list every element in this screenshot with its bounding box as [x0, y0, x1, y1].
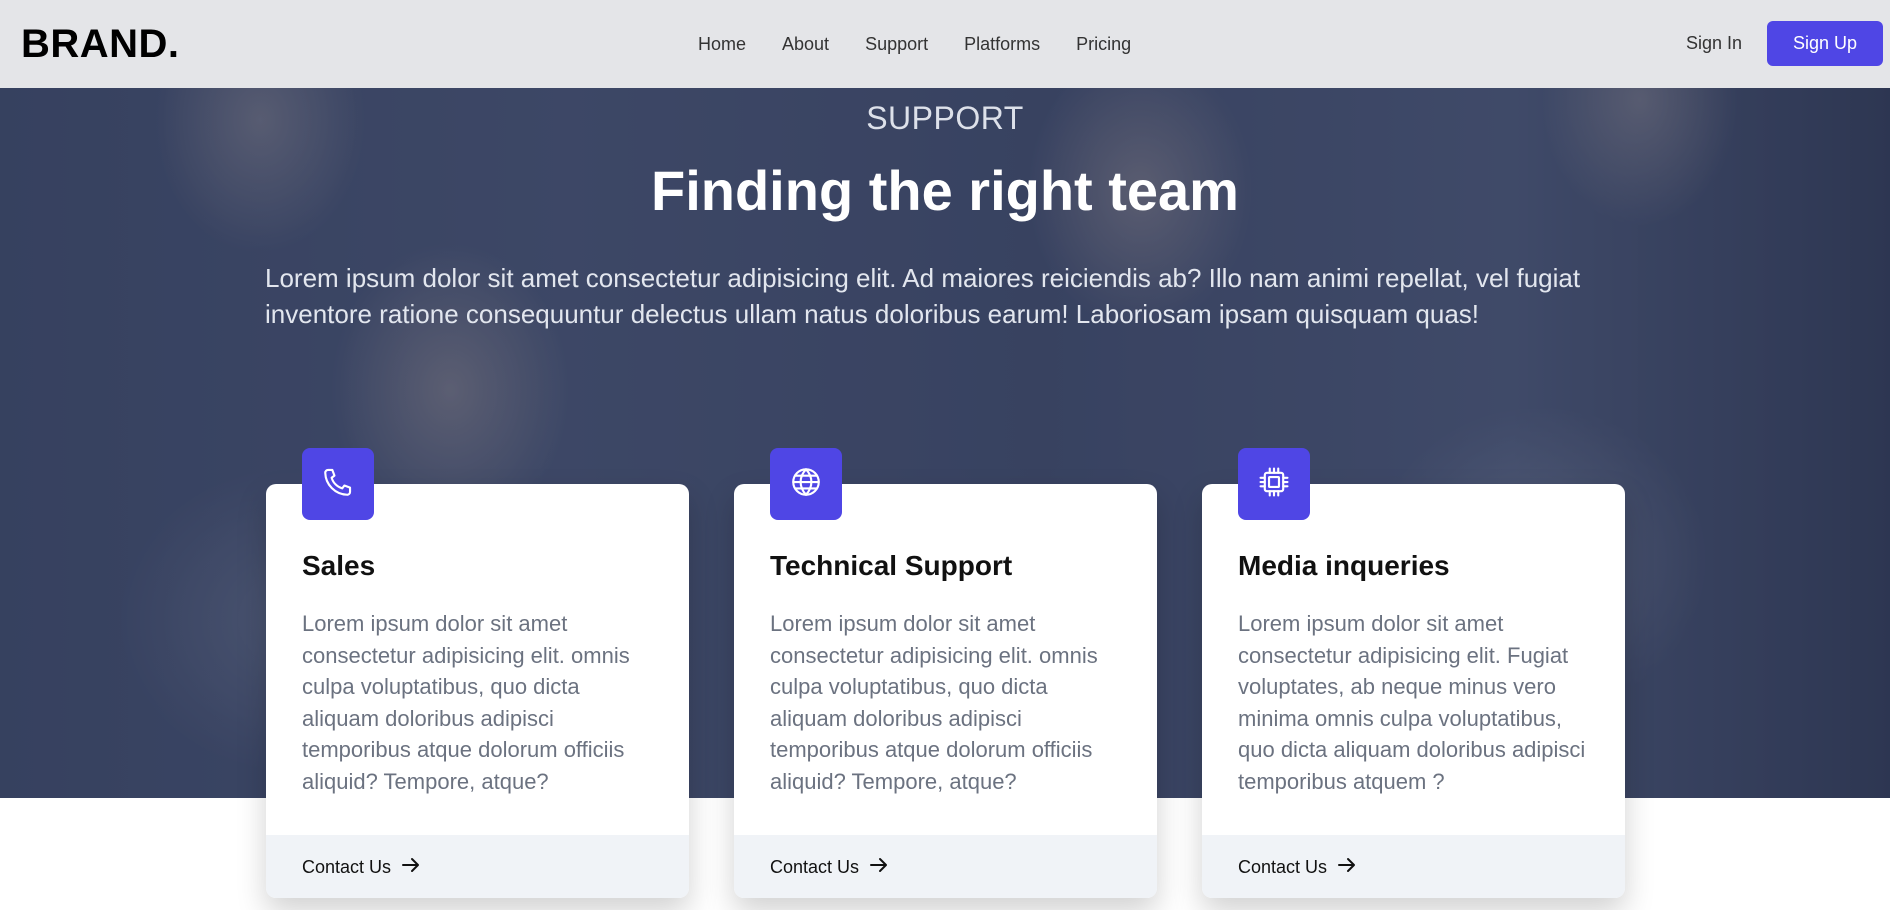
- contact-us-link[interactable]: Contact Us: [770, 857, 889, 878]
- hero-lead: Lorem ipsum dolor sit amet consectetur a…: [265, 263, 1581, 329]
- card-footer: Contact Us: [734, 835, 1157, 898]
- arrow-right-icon: [1337, 857, 1357, 878]
- brand-logo[interactable]: BRAND.: [21, 22, 180, 67]
- arrow-right-icon: [869, 857, 889, 878]
- card-media-inqueries: Media inqueries Lorem ipsum dolor sit am…: [1202, 448, 1625, 898]
- contact-us-label: Contact Us: [1238, 857, 1328, 877]
- nav-link-support[interactable]: Support: [865, 34, 928, 55]
- card-icon-box: [1238, 448, 1310, 520]
- contact-us-label: Contact Us: [770, 857, 860, 877]
- nav-links: Home About Support Platforms Pricing: [698, 0, 1167, 88]
- card-title: Technical Support: [770, 550, 1013, 581]
- sign-in-link[interactable]: Sign In: [1686, 33, 1742, 54]
- nav-link-pricing[interactable]: Pricing: [1076, 34, 1131, 55]
- card-technical-support: Technical Support Lorem ipsum dolor sit …: [734, 448, 1157, 898]
- card-body: Lorem ipsum dolor sit amet consectetur a…: [770, 611, 1098, 794]
- nav-link-home[interactable]: Home: [698, 34, 746, 55]
- navbar: BRAND. Home About Support Platforms Pric…: [0, 0, 1890, 88]
- arrow-right-icon: [401, 857, 421, 878]
- card-footer: Contact Us: [1202, 835, 1625, 898]
- card-icon-box: [302, 448, 374, 520]
- nav-link-platforms[interactable]: Platforms: [964, 34, 1040, 55]
- hero-title: Finding the right team: [651, 159, 1239, 222]
- card-title: Media inqueries: [1238, 550, 1450, 581]
- card-footer: Contact Us: [266, 835, 689, 898]
- nav-link-about[interactable]: About: [782, 34, 829, 55]
- hero-eyebrow: SUPPORT: [866, 100, 1024, 136]
- chip-icon: [1257, 465, 1291, 504]
- card-body: Lorem ipsum dolor sit amet consectetur a…: [1238, 611, 1586, 794]
- contact-us-link[interactable]: Contact Us: [302, 857, 421, 878]
- globe-icon: [789, 465, 823, 504]
- card-icon-box: [770, 448, 842, 520]
- card-title: Sales: [302, 550, 376, 581]
- phone-icon: [321, 465, 355, 504]
- contact-us-link[interactable]: Contact Us: [1238, 857, 1357, 878]
- card-body: Lorem ipsum dolor sit amet consectetur a…: [302, 611, 630, 794]
- card-sales: Sales Lorem ipsum dolor sit amet consect…: [266, 448, 689, 898]
- contact-us-label: Contact Us: [302, 857, 392, 877]
- sign-up-button[interactable]: Sign Up: [1767, 21, 1883, 66]
